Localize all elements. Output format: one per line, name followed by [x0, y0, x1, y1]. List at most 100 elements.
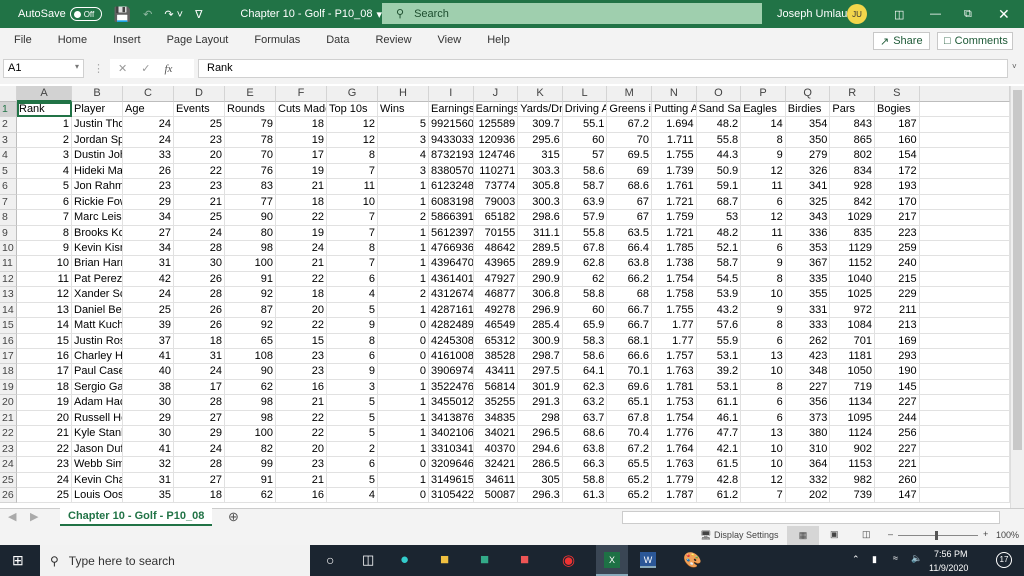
data-cell[interactable]: 9433033: [429, 132, 474, 149]
data-cell[interactable]: 65.2: [607, 472, 652, 488]
data-cell[interactable]: 298.7: [518, 349, 563, 365]
data-cell[interactable]: Russell He: [72, 410, 123, 427]
empty-cell[interactable]: [919, 117, 1010, 133]
data-cell[interactable]: 4766936: [429, 240, 474, 257]
data-cell[interactable]: 4: [17, 163, 72, 180]
data-cell[interactable]: 1.753: [652, 395, 697, 411]
data-cell[interactable]: 31: [123, 256, 174, 272]
data-cell[interactable]: 7: [327, 210, 378, 226]
data-cell[interactable]: 187: [875, 117, 920, 133]
data-cell[interactable]: 355: [785, 287, 831, 303]
data-cell[interactable]: 70: [225, 148, 276, 164]
data-cell[interactable]: 34021: [473, 426, 519, 442]
data-cell[interactable]: 4282489: [429, 318, 474, 334]
data-cell[interactable]: 63.5: [607, 225, 652, 241]
excel-taskbar-icon[interactable]: X: [596, 545, 628, 576]
data-cell[interactable]: 22: [276, 410, 327, 427]
column-title-cell[interactable]: Rank: [17, 102, 72, 118]
data-cell[interactable]: 719: [830, 379, 875, 396]
vertical-scrollbar[interactable]: [1010, 86, 1024, 508]
data-cell[interactable]: 62: [225, 379, 276, 396]
data-cell[interactable]: 4312674: [429, 287, 474, 303]
data-cell[interactable]: Kevin Cha: [72, 472, 123, 488]
column-title-cell[interactable]: Player: [72, 102, 123, 118]
data-cell[interactable]: 221: [875, 457, 920, 473]
data-cell[interactable]: 92: [225, 318, 276, 334]
data-cell[interactable]: 8: [741, 379, 786, 396]
data-cell[interactable]: 22: [276, 210, 327, 226]
data-cell[interactable]: 70: [607, 132, 652, 149]
data-cell[interactable]: 5: [327, 472, 378, 488]
data-cell[interactable]: 23: [174, 132, 225, 149]
data-cell[interactable]: 215: [875, 271, 920, 288]
data-cell[interactable]: 12: [741, 163, 786, 180]
data-cell[interactable]: 83: [225, 179, 276, 195]
data-cell[interactable]: 2: [378, 287, 429, 303]
row-header-23[interactable]: 23: [0, 441, 17, 458]
data-cell[interactable]: 4: [327, 488, 378, 504]
data-cell[interactable]: 285.4: [518, 318, 563, 334]
data-cell[interactable]: 4: [378, 148, 429, 164]
data-cell[interactable]: 9: [17, 240, 72, 257]
data-cell[interactable]: 343: [785, 210, 831, 226]
data-cell[interactable]: 30: [174, 256, 225, 272]
column-title-cell[interactable]: Yards/Driv: [518, 102, 563, 118]
data-cell[interactable]: 12: [17, 287, 72, 303]
data-cell[interactable]: Adam Hac: [72, 395, 123, 411]
data-cell[interactable]: 0: [378, 349, 429, 365]
row-header-21[interactable]: 21: [0, 410, 17, 427]
data-cell[interactable]: 6: [741, 410, 786, 427]
data-cell[interactable]: 27: [174, 472, 225, 488]
data-cell[interactable]: 24: [276, 240, 327, 257]
data-cell[interactable]: 30: [123, 395, 174, 411]
data-cell[interactable]: 6: [741, 240, 786, 257]
redo-icon[interactable]: ↷ ˅: [164, 8, 183, 21]
data-cell[interactable]: 3455012: [429, 395, 474, 411]
empty-cell[interactable]: [919, 271, 1010, 288]
column-header-p[interactable]: P: [741, 86, 786, 102]
column-title-cell[interactable]: Cuts Made: [276, 102, 327, 118]
column-title-cell[interactable]: Events: [174, 102, 225, 118]
data-cell[interactable]: 1.77: [652, 318, 697, 334]
data-cell[interactable]: 31: [123, 472, 174, 488]
row-header-25[interactable]: 25: [0, 472, 17, 488]
empty-cell[interactable]: [919, 256, 1010, 272]
data-cell[interactable]: Brian Harr: [72, 256, 123, 272]
data-cell[interactable]: 8732193: [429, 148, 474, 164]
data-cell[interactable]: 1129: [830, 240, 875, 257]
minimize-icon[interactable]: —: [930, 8, 941, 20]
data-cell[interactable]: 1: [378, 240, 429, 257]
data-cell[interactable]: 367: [785, 256, 831, 272]
data-cell[interactable]: 52.1: [696, 240, 742, 257]
column-header-m[interactable]: M: [607, 86, 652, 102]
data-cell[interactable]: 15: [276, 333, 327, 350]
row-header-7[interactable]: 7: [0, 194, 17, 211]
data-cell[interactable]: 295.6: [518, 132, 563, 149]
data-cell[interactable]: 19: [17, 395, 72, 411]
zoom-level[interactable]: 100%: [996, 530, 1019, 540]
data-cell[interactable]: 14: [741, 117, 786, 133]
data-cell[interactable]: 24: [174, 225, 225, 241]
data-cell[interactable]: 3209646: [429, 457, 474, 473]
empty-cell[interactable]: [919, 426, 1010, 442]
clock-date[interactable]: 11/9/2020: [929, 563, 968, 573]
column-header-k[interactable]: K: [518, 86, 563, 102]
data-cell[interactable]: 8: [17, 225, 72, 241]
data-cell[interactable]: Matt Kuch: [72, 318, 123, 334]
data-cell[interactable]: 108: [225, 349, 276, 365]
data-cell[interactable]: 260: [875, 472, 920, 488]
data-cell[interactable]: 11: [741, 179, 786, 195]
data-cell[interactable]: 58.6: [562, 163, 608, 180]
data-cell[interactable]: 63.9: [562, 194, 608, 211]
data-cell[interactable]: 69.5: [607, 148, 652, 164]
data-cell[interactable]: 3413876: [429, 410, 474, 427]
data-cell[interactable]: 62.3: [562, 379, 608, 396]
data-cell[interactable]: 3: [378, 163, 429, 180]
data-cell[interactable]: Pat Perez: [72, 271, 123, 288]
data-cell[interactable]: 10: [741, 457, 786, 473]
data-cell[interactable]: 90: [225, 210, 276, 226]
data-cell[interactable]: 701: [830, 333, 875, 350]
data-cell[interactable]: 6: [741, 194, 786, 211]
data-cell[interactable]: 7: [327, 256, 378, 272]
data-cell[interactable]: 291.3: [518, 395, 563, 411]
